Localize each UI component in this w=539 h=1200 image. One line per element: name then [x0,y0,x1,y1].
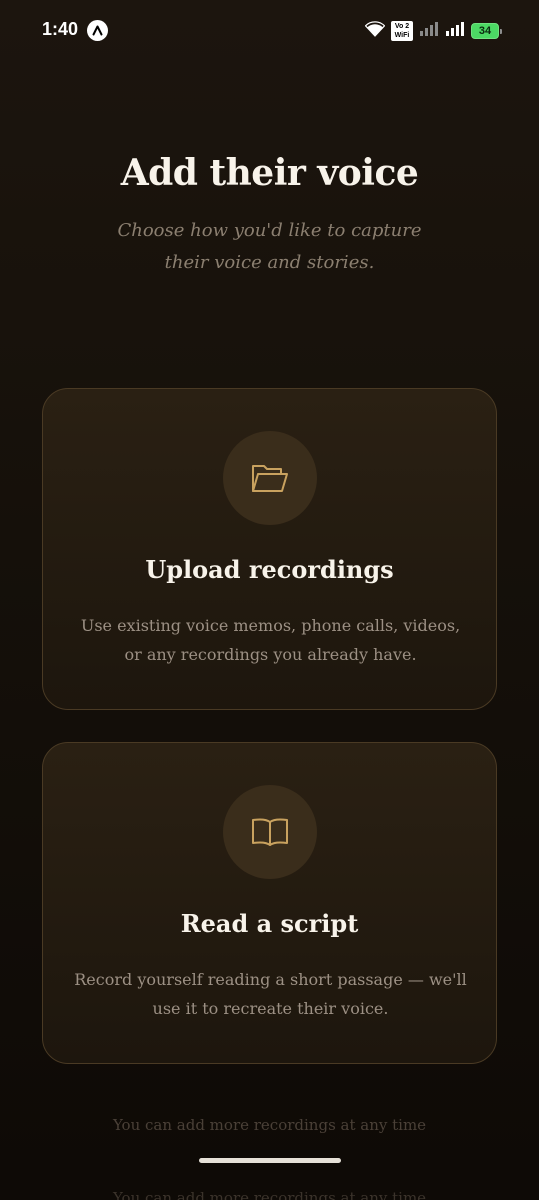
wifi-icon [364,21,386,41]
page-title: Add their voice [120,152,419,194]
upload-recordings-card[interactable]: Upload recordings Use existing voice mem… [42,388,497,710]
home-indicator[interactable] [199,1158,341,1163]
footer-note-repeat: You can add more recordings at any time [112,1189,427,1200]
battery-icon: 34 [471,23,502,39]
book-open-icon [251,818,288,846]
page-subtitle: Choose how you'd like to capture their v… [117,220,422,273]
folder-open-icon [251,465,288,492]
footer-note: You can add more recordings at any time [112,1116,427,1134]
book-icon-circle [222,785,317,879]
read-script-description: Record yourself reading a short passage … [74,970,467,1018]
status-time: 1:40 [42,19,79,39]
status-indicators: Vo 2 WiFi 34 [364,21,502,41]
upload-recordings-title: Upload recordings [145,555,394,584]
app-notification-icon [87,20,108,41]
upload-recordings-description: Use existing voice memos, phone calls, v… [80,616,461,664]
folder-icon-circle [222,431,317,525]
signal-icon-sim2 [445,21,465,41]
signal-icon-sim1 [419,21,439,41]
read-script-card[interactable]: Read a script Record yourself reading a … [42,742,497,1064]
status-bar: 1:40 Vo 2 WiFi 34 [0,0,539,62]
read-script-title: Read a script [180,909,359,938]
volte-wifi-icon: Vo 2 WiFi [391,21,413,41]
